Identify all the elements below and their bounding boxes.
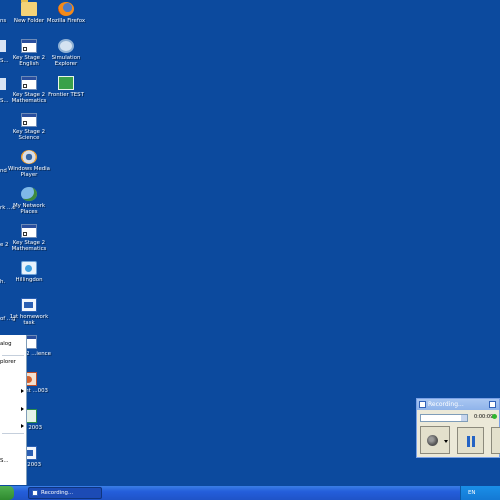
partial-icon[interactable] bbox=[0, 78, 6, 90]
pause-icon bbox=[467, 436, 475, 447]
desktop-icon-label: Simulation Explorer bbox=[51, 55, 81, 68]
desktop-icon-label: Hillingdon bbox=[15, 277, 43, 283]
desktop-icon-hillingdon[interactable]: Hillingdon bbox=[7, 261, 51, 283]
network-places-icon bbox=[21, 187, 37, 201]
simulation-explorer-icon bbox=[58, 39, 74, 53]
submenu-arrow-icon[interactable] bbox=[21, 424, 24, 428]
start-menu-separator bbox=[2, 433, 24, 434]
recorder-title: Recording... bbox=[428, 401, 464, 408]
desktop-icon-network-places[interactable]: My Network Places bbox=[7, 187, 51, 215]
folder-icon bbox=[21, 0, 37, 16]
start-button[interactable] bbox=[0, 486, 14, 500]
caret-down-icon[interactable] bbox=[444, 440, 448, 443]
taskbar: Recording... bbox=[0, 486, 500, 500]
pause-button[interactable] bbox=[457, 427, 484, 454]
submenu-arrow-icon[interactable] bbox=[21, 407, 24, 411]
start-menu-item[interactable]: S... bbox=[0, 458, 9, 464]
desktop-icon-label: Key Stage 2 Science bbox=[12, 129, 46, 142]
word-document-icon bbox=[21, 298, 37, 312]
recorder-app-icon bbox=[32, 490, 38, 496]
desktop-icon-homework[interactable]: 1st homework task bbox=[7, 298, 51, 326]
frontier-icon bbox=[58, 76, 74, 90]
desktop-icon-label: Mozilla Firefox bbox=[46, 18, 86, 24]
desktop-icon-label: Key Stage 2 Mathematics bbox=[11, 240, 47, 253]
partial-label: h. bbox=[0, 279, 6, 285]
desktop-icon-label: My Network Places bbox=[12, 203, 46, 216]
start-menu-item[interactable]: alog bbox=[0, 341, 12, 347]
stop-button[interactable] bbox=[491, 427, 500, 454]
firefox-icon bbox=[58, 2, 74, 16]
recording-status-icon bbox=[492, 414, 497, 419]
desktop-icon-simulation-explorer[interactable]: Simulation Explorer bbox=[44, 39, 88, 67]
desktop-icon-frontier[interactable]: Frontier TEST bbox=[44, 76, 88, 98]
document-icon bbox=[21, 76, 37, 90]
desktop-icon-label: 1st homework task bbox=[9, 314, 49, 327]
document-icon bbox=[21, 113, 37, 127]
document-icon bbox=[21, 224, 37, 238]
record-icon bbox=[427, 435, 438, 446]
desktop-icon-ks2-science[interactable]: Key Stage 2 Science bbox=[7, 113, 51, 141]
media-player-icon bbox=[21, 150, 37, 164]
hillingdon-icon bbox=[21, 261, 37, 275]
start-menu-item[interactable]: plorer bbox=[0, 359, 16, 365]
desktop-icon-label: Frontier TEST bbox=[48, 92, 84, 98]
desktop-icon-media-player[interactable]: Windows Media Player bbox=[7, 150, 51, 178]
desktop-icon-firefox[interactable]: Mozilla Firefox bbox=[44, 2, 88, 24]
document-icon bbox=[21, 39, 37, 53]
partial-label: ns bbox=[0, 18, 7, 24]
chevron-down-icon[interactable] bbox=[461, 415, 467, 421]
recorder-input-dropdown[interactable] bbox=[420, 414, 468, 422]
partial-label: nd bbox=[0, 168, 7, 174]
recorder-app-icon bbox=[419, 401, 426, 408]
start-menu-separator bbox=[2, 355, 24, 356]
desktop-icon-ks2-maths-2[interactable]: Key Stage 2 Mathematics bbox=[7, 224, 51, 252]
recorder-titlebar[interactable]: Recording... bbox=[417, 399, 499, 410]
system-tray[interactable] bbox=[460, 486, 500, 500]
desktop-icon-label: Windows Media Player bbox=[8, 166, 50, 179]
submenu-arrow-icon[interactable] bbox=[21, 389, 24, 393]
language-indicator[interactable]: EN bbox=[468, 490, 475, 496]
record-button[interactable] bbox=[420, 426, 450, 454]
partial-icon[interactable] bbox=[0, 40, 6, 52]
taskbar-button-label: Recording... bbox=[41, 490, 74, 496]
start-menu: alog plorer S... bbox=[0, 335, 27, 485]
recorder-window: Recording... 0:00:09 bbox=[416, 398, 500, 458]
recorder-time: 0:00:09 bbox=[474, 414, 494, 420]
recorder-minimize-button[interactable] bbox=[489, 401, 496, 408]
taskbar-button-recording[interactable]: Recording... bbox=[28, 487, 102, 499]
